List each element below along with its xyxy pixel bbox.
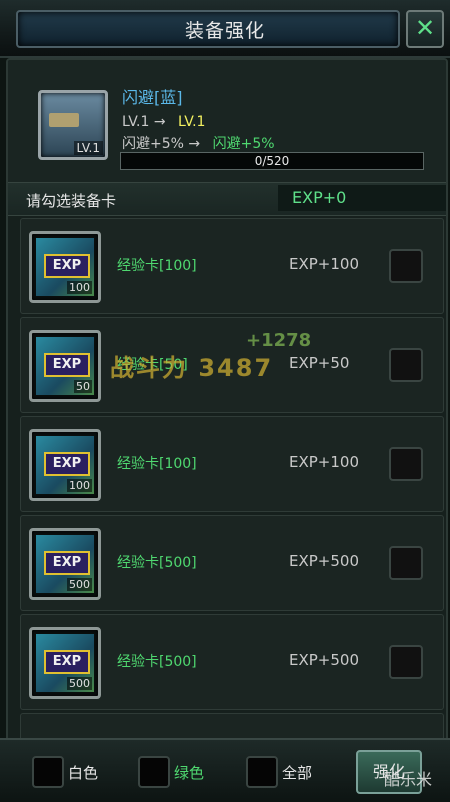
card-exp-gain: EXP+100 xyxy=(289,453,359,471)
exp-card-value: 100 xyxy=(67,479,92,492)
arrow-icon: → xyxy=(188,136,201,152)
card-checkbox[interactable] xyxy=(389,348,423,382)
card-name: 经验卡[100] xyxy=(117,258,197,274)
card-checkbox[interactable] xyxy=(389,249,423,283)
xp-progress-bar: 0/520 xyxy=(120,152,424,170)
exp-badge: EXP xyxy=(44,254,90,278)
exp-card-value: 100 xyxy=(67,281,92,294)
equipment-name: 闪避[蓝] xyxy=(122,88,183,107)
card-checkbox[interactable] xyxy=(389,645,423,679)
filter-green-label: 绿色 xyxy=(174,764,205,782)
close-icon: ✕ xyxy=(414,14,436,42)
list-item[interactable]: EXP 500 经验卡[500] EXP+500 xyxy=(20,515,444,611)
filter-white-checkbox[interactable] xyxy=(32,756,64,788)
card-exp-gain: EXP+500 xyxy=(289,651,359,669)
xp-progress-text: 0/520 xyxy=(254,154,290,168)
page-title: 装备强化 xyxy=(184,20,265,42)
filter-white-label: 白色 xyxy=(68,764,99,782)
exp-card-art: EXP 500 xyxy=(36,535,94,593)
watermark: 酷乐米 xyxy=(384,770,433,789)
list-item[interactable]: EXP 100 经验卡[100] EXP+100 xyxy=(20,218,444,314)
combat-power-text: 战斗力 3487 xyxy=(110,354,274,382)
filter-all-checkbox[interactable] xyxy=(246,756,278,788)
stat-change: 闪避+5% → 闪避+5% xyxy=(122,133,275,153)
enhance-panel: LV.1 闪避[蓝] LV.1 → LV.1 闪避+5% → 闪避+5% 0/5… xyxy=(6,58,448,742)
card-name: 经验卡[500] xyxy=(117,555,197,571)
card-exp-gain: EXP+50 xyxy=(289,354,350,372)
equipment-summary: LV.1 闪避[蓝] LV.1 → LV.1 闪避+5% → 闪避+5% 0/5… xyxy=(8,60,446,182)
close-button[interactable]: ✕ xyxy=(406,10,444,48)
exp-card-icon: EXP 50 xyxy=(29,330,101,402)
level-change: LV.1 → LV.1 xyxy=(122,114,205,130)
card-checkbox[interactable] xyxy=(389,447,423,481)
exp-card-icon: EXP 500 xyxy=(29,627,101,699)
exp-card-art: EXP 50 xyxy=(36,337,94,395)
exp-card-art: EXP 100 xyxy=(36,238,94,296)
equipment-level-badge: LV.1 xyxy=(73,141,103,155)
equipment-icon: LV.1 xyxy=(38,90,108,160)
card-name: 经验卡[500] xyxy=(117,654,197,670)
exp-card-icon: EXP 100 xyxy=(29,429,101,501)
filter-all-label: 全部 xyxy=(282,764,313,782)
exp-badge: EXP xyxy=(44,650,90,674)
list-item[interactable]: EXP 500 经验卡[500] EXP+500 xyxy=(20,614,444,710)
exp-card-icon: EXP 100 xyxy=(29,231,101,303)
level-from: LV.1 xyxy=(122,114,150,130)
select-cards-bar: 请勾选装备卡 EXP+0 xyxy=(8,182,446,216)
bottom-toolbar: 白色 绿色 全部 强化 xyxy=(0,738,450,802)
exp-badge: EXP xyxy=(44,551,90,575)
card-checkbox[interactable] xyxy=(389,546,423,580)
weapon-icon xyxy=(49,113,79,127)
exp-total: EXP+0 xyxy=(278,185,446,211)
stat-to: 闪避+5% xyxy=(212,136,275,152)
exp-card-icon: EXP 500 xyxy=(29,528,101,600)
stat-from: 闪避+5% xyxy=(122,136,184,152)
select-cards-label: 请勾选装备卡 xyxy=(26,192,117,210)
card-exp-gain: EXP+100 xyxy=(289,255,359,273)
card-exp-gain: EXP+500 xyxy=(289,552,359,570)
exp-card-value: 500 xyxy=(67,578,92,591)
filter-green-checkbox[interactable] xyxy=(138,756,170,788)
level-to: LV.1 xyxy=(178,114,206,130)
title-bar: 装备强化 ✕ xyxy=(0,0,450,58)
exp-card-art: EXP 500 xyxy=(36,634,94,692)
card-name: 经验卡[100] xyxy=(117,456,197,472)
list-item[interactable]: EXP 100 经验卡[100] EXP+100 xyxy=(20,416,444,512)
exp-card-value: 500 xyxy=(67,677,92,690)
exp-badge: EXP xyxy=(44,353,90,377)
exp-badge: EXP xyxy=(44,452,90,476)
exp-card-value: 50 xyxy=(74,380,92,393)
exp-card-art: EXP 100 xyxy=(36,436,94,494)
arrow-icon: → xyxy=(153,114,166,130)
